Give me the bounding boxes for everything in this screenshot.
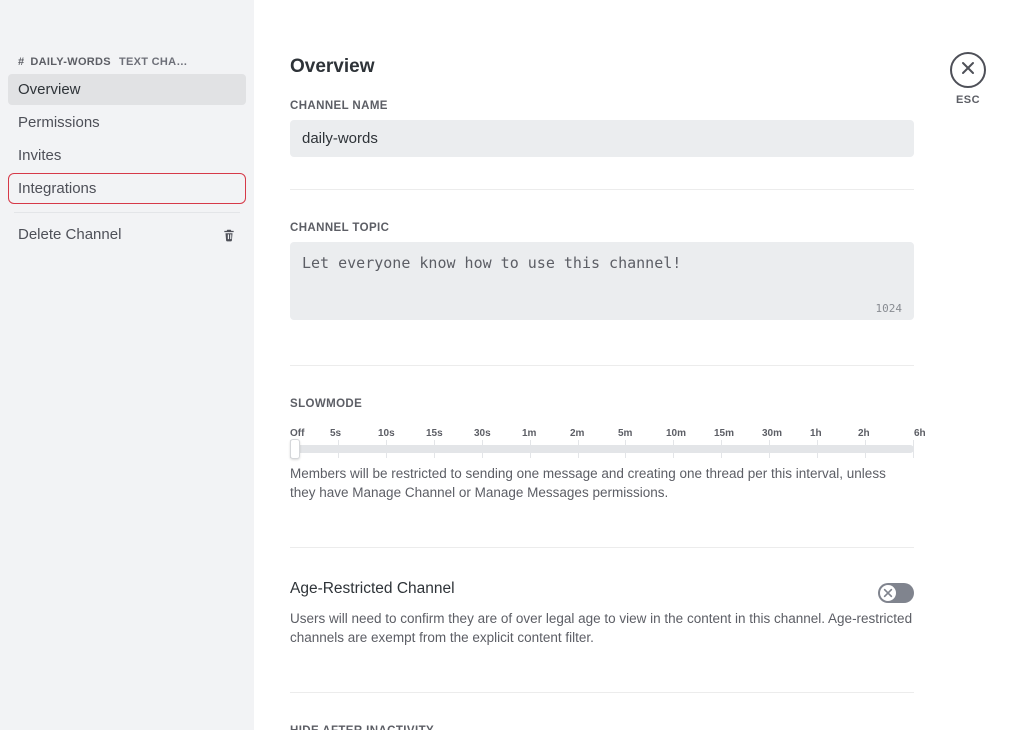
sidebar-item-label: Invites (18, 147, 61, 164)
sidebar-heading: # DAILY-WORDS TEXT CHA… (8, 56, 246, 74)
sidebar-item-invites[interactable]: Invites (8, 140, 246, 171)
sidebar-item-label: Integrations (18, 180, 96, 197)
sidebar-item-delete-channel[interactable]: Delete Channel (8, 219, 246, 250)
slider-track[interactable] (290, 445, 914, 453)
age-restricted-title: Age-Restricted Channel (290, 580, 862, 598)
slider-ticks (290, 445, 914, 453)
age-restricted-toggle[interactable] (878, 583, 914, 603)
sidebar-item-permissions[interactable]: Permissions (8, 107, 246, 138)
sidebar-item-overview[interactable]: Overview (8, 74, 246, 105)
divider (290, 692, 914, 693)
sidebar-divider (14, 212, 240, 213)
channel-name-input[interactable] (290, 120, 914, 157)
close-column: ESC (946, 52, 990, 106)
age-restricted-help: Users will need to confirm they are of o… (290, 610, 914, 648)
sidebar-item-label: Overview (18, 81, 81, 98)
sidebar-item-label: Permissions (18, 114, 100, 131)
close-button[interactable] (950, 52, 986, 88)
close-icon (960, 60, 976, 81)
settings-viewport: # DAILY-WORDS TEXT CHA… Overview Permiss… (0, 0, 1024, 730)
divider (290, 189, 914, 190)
divider (290, 547, 914, 548)
sidebar-item-integrations[interactable]: Integrations (8, 173, 246, 204)
channel-topic-label: CHANNEL TOPIC (290, 222, 914, 234)
slowmode-help: Members will be restricted to sending on… (290, 465, 914, 503)
divider (290, 365, 914, 366)
settings-main[interactable]: Overview CHANNEL NAME CHANNEL TOPIC 1024… (254, 0, 1024, 730)
toggle-off-icon (880, 585, 896, 601)
close-label: ESC (946, 94, 990, 106)
hash-icon: # (18, 56, 24, 68)
hide-after-inactivity-label: HIDE AFTER INACTIVITY (290, 725, 914, 730)
age-restricted-row: Age-Restricted Channel (290, 580, 914, 606)
settings-sidebar: # DAILY-WORDS TEXT CHA… Overview Permiss… (0, 0, 254, 730)
channel-topic-input[interactable] (290, 242, 914, 320)
page-title: Overview (290, 56, 914, 78)
channel-topic-field: 1024 (290, 242, 914, 325)
char-count: 1024 (876, 302, 903, 315)
slowmode-label: SLOWMODE (290, 398, 914, 410)
sidebar-item-label: Delete Channel (18, 226, 121, 243)
sidebar-heading-suffix: TEXT CHA… (119, 56, 188, 68)
sidebar-heading-channel: DAILY-WORDS (30, 56, 111, 68)
slowmode-tick-labels: Off 5s 10s 15s 30s 1m 2m 5m 10m 15m 30m … (290, 428, 914, 439)
channel-name-label: CHANNEL NAME (290, 100, 914, 112)
slowmode-slider[interactable]: Off 5s 10s 15s 30s 1m 2m 5m 10m 15m 30m … (290, 428, 914, 453)
trash-icon (222, 228, 236, 242)
slider-thumb[interactable] (290, 439, 300, 459)
